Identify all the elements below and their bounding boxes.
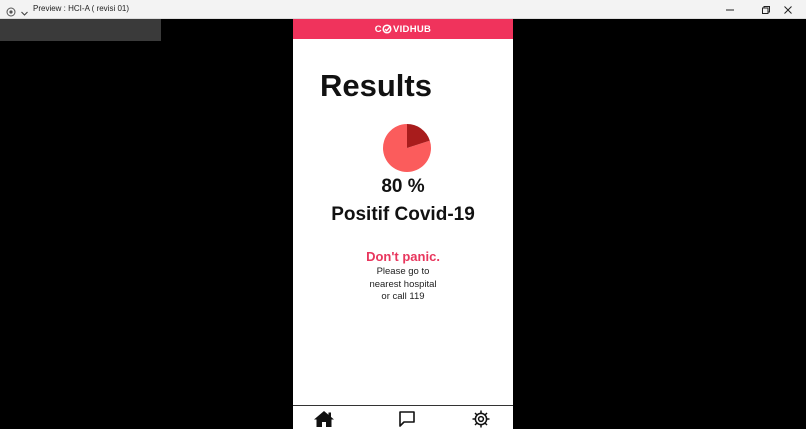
window-title: Preview : HCI-A ( revisi 01) <box>33 4 130 13</box>
app-icon[interactable] <box>6 4 16 17</box>
settings-icon <box>472 410 490 428</box>
nav-home-button[interactable] <box>313 409 335 429</box>
brand-suffix: VIDHUB <box>392 23 432 35</box>
panic-headline: Don't panic. <box>366 249 440 264</box>
advice-text: Please go to nearest hospital or call 11… <box>293 266 513 304</box>
brand-prefix: C <box>374 23 382 35</box>
phone-screen: C VIDHUB Results 80 % Positif Covid-19 D… <box>293 19 513 429</box>
home-icon <box>314 411 334 427</box>
chevron-down-icon[interactable] <box>20 5 29 16</box>
nav-settings-button[interactable] <box>470 409 492 429</box>
result-percent: 80 % <box>381 176 425 197</box>
nav-chat-button[interactable] <box>396 409 418 429</box>
advice-line: nearest hospital <box>369 278 437 290</box>
minimize-icon <box>726 9 734 10</box>
result-label: Positif Covid-19 <box>331 204 475 225</box>
page-title: Results <box>320 68 432 103</box>
bottom-nav <box>293 405 513 429</box>
brand-logo: C VIDHUB <box>375 24 431 35</box>
chat-icon <box>399 411 415 427</box>
app-header: C VIDHUB <box>293 19 513 39</box>
close-icon <box>784 5 792 14</box>
window-titlebar: Preview : HCI-A ( revisi 01) <box>0 0 806 19</box>
result-pie-chart <box>383 124 431 172</box>
virus-check-icon <box>382 24 393 34</box>
advice-line: or call 119 <box>381 291 425 302</box>
close-button[interactable] <box>770 0 806 19</box>
dark-overlay-panel <box>0 19 161 41</box>
advice-line: Please go to <box>376 266 430 277</box>
minimize-button[interactable] <box>712 0 748 19</box>
